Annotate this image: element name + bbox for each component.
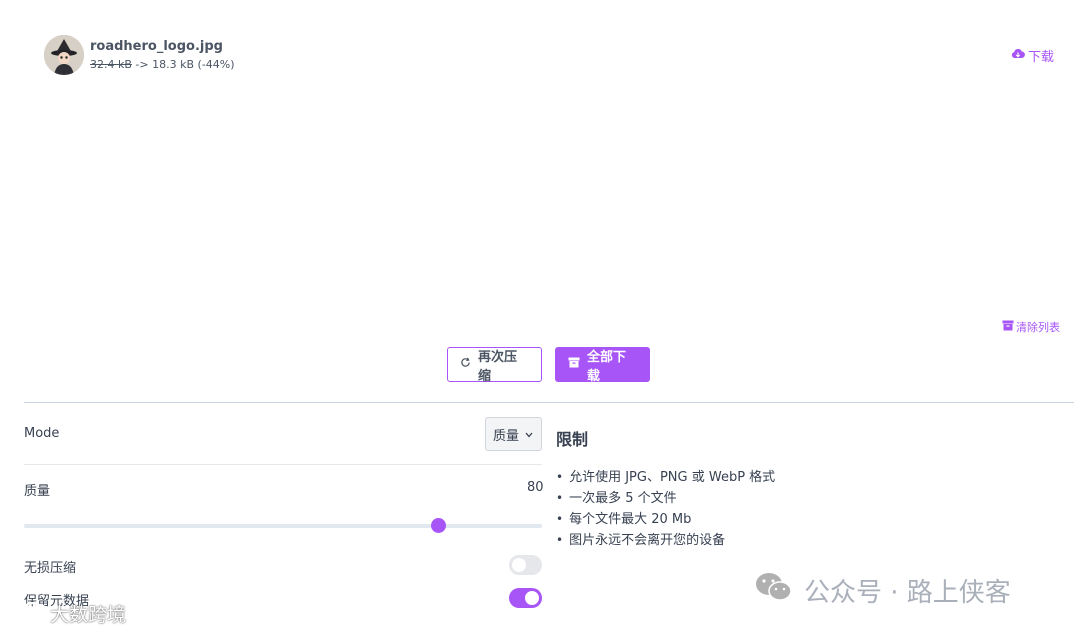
quality-label: 质量 bbox=[24, 484, 51, 499]
brand-watermark: 大数跨境 bbox=[22, 600, 126, 627]
original-size: 32.4 kB bbox=[90, 57, 132, 71]
brand-logo-icon bbox=[22, 600, 48, 627]
file-info: roadhero_logo.jpg 32.4 kB -> 18.3 kB (-4… bbox=[90, 38, 235, 73]
section-divider bbox=[24, 402, 1074, 403]
download-all-button[interactable]: 全部下载 bbox=[555, 347, 650, 384]
quality-slider[interactable] bbox=[24, 518, 542, 533]
archive-icon bbox=[1002, 320, 1014, 334]
mode-select[interactable]: 质量 bbox=[485, 417, 542, 451]
archive-icon bbox=[568, 357, 580, 372]
file-thumbnail bbox=[44, 35, 84, 75]
limit-item: 图片永远不会离开您的设备 bbox=[556, 530, 775, 551]
lossless-toggle[interactable] bbox=[509, 555, 542, 575]
quality-value: 80 bbox=[527, 480, 544, 495]
keep-metadata-toggle[interactable] bbox=[509, 588, 542, 608]
limits-title: 限制 bbox=[556, 430, 589, 449]
wechat-watermark: 公众号 · 路上侠客 bbox=[754, 570, 1011, 611]
wechat-icon bbox=[754, 570, 794, 611]
download-label: 下载 bbox=[1027, 50, 1054, 65]
download-all-label: 全部下载 bbox=[587, 349, 627, 384]
recompress-button[interactable]: 再次压缩 bbox=[447, 347, 542, 384]
limit-item: 允许使用 JPG、PNG 或 WebP 格式 bbox=[556, 467, 775, 488]
lossless-label: 无损压缩 bbox=[24, 561, 77, 576]
clear-list-link[interactable]: 清除列表 bbox=[1002, 319, 1060, 335]
toggle-knob bbox=[525, 591, 539, 605]
settings-divider bbox=[24, 464, 542, 465]
limits-list: 允许使用 JPG、PNG 或 WebP 格式 一次最多 5 个文件 每个文件最大… bbox=[556, 467, 775, 551]
recompress-label: 再次压缩 bbox=[478, 349, 518, 384]
compressed-size: -> 18.3 kB (-44%) bbox=[135, 57, 235, 71]
toggle-knob bbox=[512, 558, 526, 572]
mode-select-value: 质量 bbox=[493, 428, 520, 444]
file-row: roadhero_logo.jpg 32.4 kB -> 18.3 kB (-4… bbox=[44, 35, 235, 75]
quality-slider-fill bbox=[24, 524, 438, 528]
mode-label: Mode bbox=[24, 426, 60, 441]
file-name: roadhero_logo.jpg bbox=[90, 38, 223, 54]
clear-list-label: 清除列表 bbox=[1016, 321, 1060, 334]
limit-item: 每个文件最大 20 Mb bbox=[556, 509, 775, 530]
action-buttons: 再次压缩 全部下载 bbox=[447, 347, 650, 384]
compressor-page: roadhero_logo.jpg 32.4 kB -> 18.3 kB (-4… bbox=[0, 0, 1080, 633]
download-file-link[interactable]: 下载 bbox=[1011, 46, 1054, 65]
refresh-icon bbox=[460, 357, 471, 372]
brand-watermark-text: 大数跨境 bbox=[50, 604, 127, 626]
chevron-down-icon bbox=[525, 427, 533, 442]
cloud-download-icon bbox=[1011, 48, 1025, 64]
quality-slider-thumb[interactable] bbox=[431, 518, 446, 533]
file-size: 32.4 kB -> 18.3 kB (-44%) bbox=[90, 57, 235, 73]
wizard-thumbnail-icon bbox=[44, 35, 84, 75]
watermark-text: 公众号 · 路上侠客 bbox=[804, 578, 1011, 608]
limit-item: 一次最多 5 个文件 bbox=[556, 488, 775, 509]
